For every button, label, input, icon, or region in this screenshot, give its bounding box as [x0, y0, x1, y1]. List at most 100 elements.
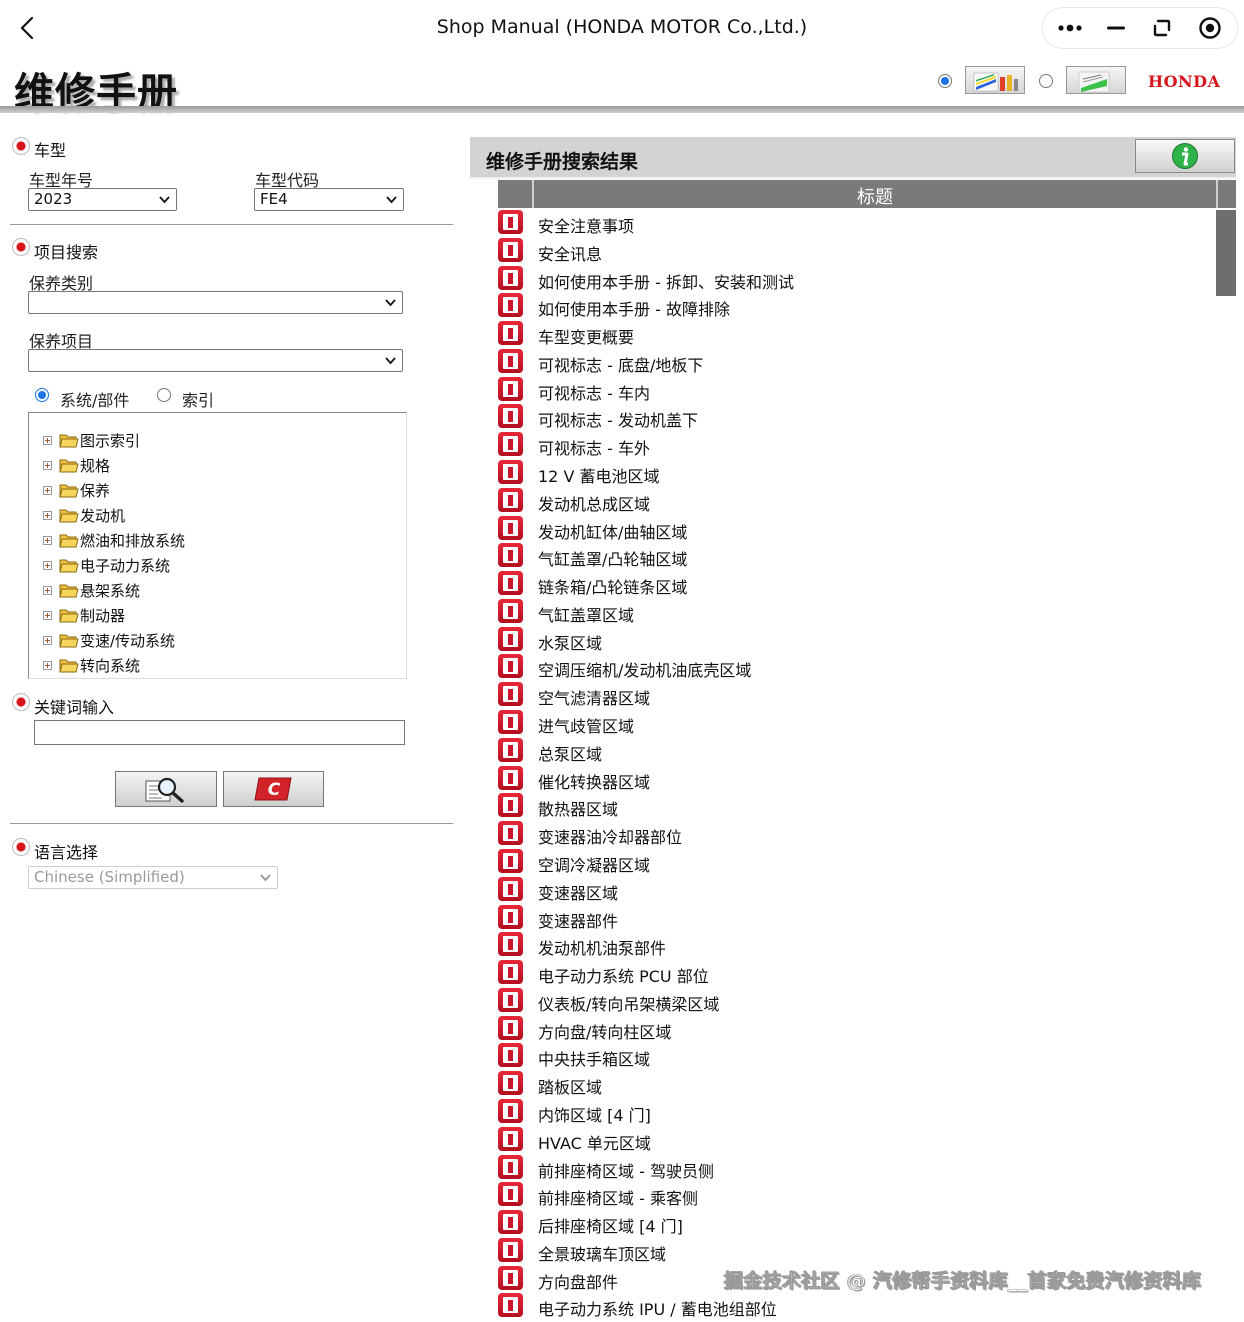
language-select[interactable]: Chinese (Simplified): [28, 866, 278, 889]
clear-button[interactable]: C: [223, 771, 324, 807]
document-icon[interactable]: [498, 793, 523, 817]
tree-item-transmission[interactable]: 变速/传动系统: [43, 629, 175, 651]
document-icon[interactable]: [498, 682, 523, 706]
result-title[interactable]: 发动机总成区域: [538, 491, 650, 515]
expand-plus-icon[interactable]: [43, 460, 52, 470]
result-row[interactable]: 气缸盖罩/凸轮轴区域: [498, 543, 1198, 570]
result-title[interactable]: 空调冷凝器区域: [538, 852, 650, 876]
result-row[interactable]: HVAC 单元区域: [498, 1127, 1198, 1154]
result-row[interactable]: 发动机机油泵部件: [498, 932, 1198, 959]
document-icon[interactable]: [498, 488, 523, 512]
result-title[interactable]: 空气滤清器区域: [538, 685, 650, 709]
more-dots-icon[interactable]: [1047, 8, 1093, 48]
result-title[interactable]: 内饰区域 [4 门]: [538, 1102, 651, 1126]
result-title[interactable]: 中央扶手箱区域: [538, 1046, 650, 1070]
keyword-input[interactable]: [34, 720, 405, 745]
result-title[interactable]: 方向盘/转向柱区域: [538, 1019, 671, 1043]
result-row[interactable]: 散热器区域: [498, 793, 1198, 820]
colored-manual-view-icon[interactable]: [965, 66, 1025, 94]
tree-item-specifications[interactable]: 规格: [43, 454, 110, 476]
result-row[interactable]: 如何使用本手册 - 拆卸、安装和测试: [498, 266, 1198, 293]
result-row[interactable]: 催化转换器区域: [498, 766, 1198, 793]
expand-plus-icon[interactable]: [43, 660, 52, 670]
document-icon[interactable]: [498, 1155, 523, 1179]
result-title[interactable]: 12 V 蓄电池区域: [538, 463, 659, 487]
result-title[interactable]: 发动机机油泵部件: [538, 935, 666, 959]
result-title[interactable]: 链条箱/凸轮链条区域: [538, 574, 687, 598]
result-row[interactable]: 车型变更概要: [498, 321, 1198, 348]
result-row[interactable]: 方向盘/转向柱区域: [498, 1016, 1198, 1043]
result-row[interactable]: 气缸盖罩区域: [498, 599, 1198, 626]
result-row[interactable]: 变速器油冷却器部位: [498, 821, 1198, 848]
result-title[interactable]: 踏板区域: [538, 1074, 602, 1098]
tree-item-fuel-emission[interactable]: 燃油和排放系统: [43, 529, 185, 551]
mode-index-label[interactable]: 索引: [182, 387, 214, 411]
result-row[interactable]: 内饰区域 [4 门]: [498, 1099, 1198, 1126]
minimize-icon[interactable]: [1093, 8, 1139, 48]
document-icon[interactable]: [498, 543, 523, 567]
result-row[interactable]: 可视标志 - 车内: [498, 377, 1198, 404]
result-row[interactable]: 电子动力系统 PCU 部位: [498, 960, 1198, 987]
model-year-select[interactable]: 2023: [28, 188, 177, 211]
result-row[interactable]: 后排座椅区域 [4 门]: [498, 1210, 1198, 1237]
tree-item-illustration-index[interactable]: 图示索引: [43, 429, 140, 451]
result-title[interactable]: 可视标志 - 车外: [538, 435, 650, 459]
document-icon[interactable]: [498, 988, 523, 1012]
green-manual-view-icon[interactable]: [1066, 66, 1126, 94]
document-icon[interactable]: [498, 710, 523, 734]
document-icon[interactable]: [498, 210, 523, 234]
result-title[interactable]: 散热器区域: [538, 796, 618, 820]
document-icon[interactable]: [498, 599, 523, 623]
maintenance-category-select[interactable]: [28, 291, 403, 314]
tree-item-electric-power[interactable]: 电子动力系统: [43, 554, 170, 576]
document-icon[interactable]: [498, 654, 523, 678]
result-row[interactable]: 安全讯息: [498, 238, 1198, 265]
document-icon[interactable]: [498, 238, 523, 262]
search-button[interactable]: [115, 771, 217, 807]
result-title[interactable]: 如何使用本手册 - 拆卸、安装和测试: [538, 269, 794, 293]
document-icon[interactable]: [498, 627, 523, 651]
expand-plus-icon[interactable]: [43, 610, 52, 620]
document-icon[interactable]: [498, 1293, 523, 1317]
result-row[interactable]: 发动机总成区域: [498, 488, 1198, 515]
document-icon[interactable]: [498, 1210, 523, 1234]
result-title[interactable]: 气缸盖罩/凸轮轴区域: [538, 546, 687, 570]
result-row[interactable]: 安全注意事项: [498, 210, 1198, 237]
document-icon[interactable]: [498, 1238, 523, 1262]
document-icon[interactable]: [498, 1043, 523, 1067]
result-row[interactable]: 变速器区域: [498, 877, 1198, 904]
result-title[interactable]: 可视标志 - 底盘/地板下: [538, 352, 703, 376]
result-row[interactable]: 方向盘部件: [498, 1266, 1198, 1293]
result-row[interactable]: 如何使用本手册 - 故障排除: [498, 293, 1198, 320]
model-code-select[interactable]: FE4: [254, 188, 404, 211]
tree-item-steering[interactable]: 转向系统: [43, 654, 140, 676]
result-title[interactable]: 催化转换器区域: [538, 769, 650, 793]
mode-system-radio[interactable]: [35, 388, 49, 402]
document-icon[interactable]: [498, 293, 523, 317]
view-option-2-radio[interactable]: [1039, 74, 1053, 88]
document-icon[interactable]: [498, 766, 523, 790]
result-row[interactable]: 全景玻璃车顶区域: [498, 1238, 1198, 1265]
document-icon[interactable]: [498, 432, 523, 456]
result-row[interactable]: 空气滤清器区域: [498, 682, 1198, 709]
close-target-icon[interactable]: [1187, 8, 1233, 48]
result-title[interactable]: 安全注意事项: [538, 213, 634, 237]
document-icon[interactable]: [498, 349, 523, 373]
result-row[interactable]: 可视标志 - 车外: [498, 432, 1198, 459]
result-row[interactable]: 变速器部件: [498, 905, 1198, 932]
result-row[interactable]: 总泵区域: [498, 738, 1198, 765]
result-row[interactable]: 可视标志 - 底盘/地板下: [498, 349, 1198, 376]
result-title[interactable]: 如何使用本手册 - 故障排除: [538, 296, 730, 320]
result-title[interactable]: 全景玻璃车顶区域: [538, 1241, 666, 1265]
result-title[interactable]: 前排座椅区域 - 乘客侧: [538, 1185, 698, 1209]
result-title[interactable]: 变速器油冷却器部位: [538, 824, 682, 848]
result-title[interactable]: 仪表板/转向吊架横梁区域: [538, 991, 719, 1015]
document-icon[interactable]: [498, 1071, 523, 1095]
result-title[interactable]: 水泵区域: [538, 630, 602, 654]
restore-icon[interactable]: [1139, 8, 1185, 48]
view-option-1-radio[interactable]: [938, 74, 952, 88]
result-row[interactable]: 踏板区域: [498, 1071, 1198, 1098]
document-icon[interactable]: [498, 1016, 523, 1040]
document-icon[interactable]: [498, 960, 523, 984]
mode-index-radio[interactable]: [157, 388, 171, 402]
